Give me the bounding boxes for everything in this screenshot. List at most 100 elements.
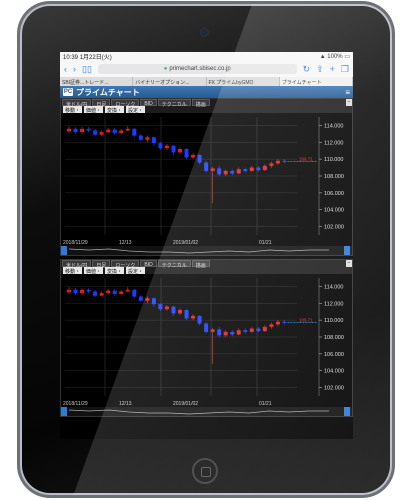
bookmarks-icon[interactable]: ▯▯	[82, 64, 92, 75]
price-label: 109.71	[299, 157, 313, 162]
browser-tab[interactable]: SBI証券...トレード...	[60, 77, 134, 86]
candle-body	[204, 323, 209, 332]
candle-body	[249, 328, 254, 332]
option-value[interactable]: 価値・	[84, 267, 104, 275]
tab-chart-type[interactable]: ローソク	[111, 260, 140, 269]
y-tick-label: 104.000	[324, 208, 344, 214]
site-logo: PC	[63, 88, 73, 96]
y-tick-label: 112.000	[324, 140, 343, 146]
candle-body	[223, 331, 228, 336]
address-bar[interactable]: ● primechart.sbisec.co.jp	[97, 64, 297, 74]
hamburger-icon[interactable]: ≡	[345, 88, 350, 97]
camera-icon	[201, 29, 208, 36]
forward-icon[interactable]: ›	[73, 64, 76, 74]
candlestick-chart[interactable]: 102.000 104.000 106.000 108.000 110.000 112.0…	[61, 113, 352, 239]
chart-toolbar: 米ドル/円 日足 ローソク BID テクニカル 描画 −	[61, 99, 352, 108]
candle-body	[171, 306, 176, 314]
candle-body	[204, 162, 209, 171]
tab-technical[interactable]: テクニカル	[157, 260, 191, 269]
navigator-left-handle[interactable]	[61, 407, 67, 416]
candle-body	[249, 167, 254, 171]
candle-body	[119, 291, 124, 295]
tab-technical[interactable]: テクニカル	[157, 99, 191, 108]
tab-timeframe[interactable]: 日足	[92, 99, 111, 108]
browser-tabs: SBI証券...トレード... バイナリーオプション... FX プライムbyG…	[60, 77, 353, 86]
option-convert[interactable]: 変換・	[105, 267, 125, 275]
candle-body	[158, 304, 163, 310]
candle-body	[106, 290, 111, 294]
candle-body	[184, 310, 189, 319]
ipad-screen: 10:39 1月22日(火) ▲ 100% ▭ ‹ › ▯▯ ● primecha…	[60, 52, 353, 439]
y-tick-label: 106.000	[324, 191, 344, 197]
tab-symbol[interactable]: 米ドル/円	[62, 99, 92, 108]
price-label: 109.71	[299, 318, 313, 323]
tab-drawing[interactable]: 描画	[191, 99, 210, 108]
option-value[interactable]: 価値・	[84, 106, 104, 114]
candle-body	[282, 160, 287, 162]
candle-body	[145, 298, 150, 301]
candle-body	[217, 168, 222, 175]
close-icon[interactable]: −	[346, 99, 352, 106]
tab-timeframe[interactable]: 日足	[92, 260, 111, 269]
chart-svg[interactable]: 102.000 104.000 106.000 108.000 110.000 112.0…	[61, 113, 352, 239]
back-icon[interactable]: ‹	[64, 64, 67, 74]
chart-toolbar: 米ドル/円 日足 ローソク BID テクニカル 描画 −	[61, 260, 352, 269]
candle-body	[275, 160, 280, 164]
candle-body	[236, 330, 241, 335]
candle-body	[99, 132, 104, 135]
candle-body	[197, 154, 202, 163]
chart-navigator[interactable]	[61, 246, 352, 255]
tab-symbol[interactable]: 米ドル/円	[62, 260, 92, 269]
candlestick-chart[interactable]: 102.000 104.000 106.000 108.000 110.000 112.0…	[61, 274, 352, 400]
option-convert[interactable]: 変換・	[105, 106, 125, 114]
candle-body	[93, 291, 98, 296]
navigator-left-handle[interactable]	[61, 246, 67, 255]
new-tab-icon[interactable]: +	[330, 64, 335, 74]
candle-body	[164, 145, 169, 149]
option-move[interactable]: 移動・	[63, 106, 83, 114]
chart-navigator[interactable]	[61, 407, 352, 416]
candle-body	[119, 130, 124, 134]
status-time: 10:39	[63, 55, 79, 61]
candle-body	[269, 163, 274, 166]
option-move[interactable]: 移動・	[63, 267, 83, 275]
candle-body	[210, 168, 215, 171]
share-icon[interactable]: ⇪	[316, 64, 324, 75]
option-settings[interactable]: 設定・	[126, 267, 146, 275]
y-tick-label: 110.000	[324, 157, 343, 163]
candle-body	[191, 315, 196, 319]
candle-body	[262, 326, 267, 332]
y-tick-label: 108.000	[324, 335, 344, 341]
x-axis-labels: 2018/11/29 12/13 2019/01/02 01/21	[61, 400, 352, 407]
candle-body	[282, 321, 287, 323]
browser-tab[interactable]: バイナリーオプション...	[133, 77, 207, 86]
candle-body	[73, 289, 78, 294]
close-icon[interactable]: −	[346, 260, 352, 267]
candle-body	[158, 143, 163, 149]
chart-svg[interactable]: 102.000 104.000 106.000 108.000 110.000 112.0…	[61, 274, 352, 400]
site-title: プライムチャート	[76, 87, 140, 97]
candle-body	[151, 298, 156, 305]
navigator-right-handle[interactable]	[344, 407, 350, 416]
candle-body	[80, 289, 85, 294]
candle-body	[256, 167, 261, 171]
candle-body	[67, 289, 71, 293]
navigator-right-handle[interactable]	[344, 246, 350, 255]
candle-body	[178, 310, 182, 314]
tab-drawing[interactable]: 描画	[191, 260, 210, 269]
browser-toolbar: ‹ › ▯▯ ● primechart.sbisec.co.jp ↻ ⇪ + ❐	[60, 61, 353, 77]
tab-bid[interactable]: BID	[140, 260, 157, 268]
option-settings[interactable]: 設定・	[126, 106, 146, 114]
tabs-icon[interactable]: ❐	[341, 64, 349, 75]
browser-tab-active[interactable]: プライムチャート	[279, 77, 353, 86]
candle-body	[106, 129, 111, 133]
tab-chart-type[interactable]: ローソク	[111, 99, 140, 108]
home-button[interactable]	[192, 458, 218, 484]
reload-icon[interactable]: ↻	[303, 64, 311, 75]
browser-tab[interactable]: FX プライムbyGMO	[207, 77, 280, 86]
candle-body	[262, 165, 267, 171]
candle-body	[230, 170, 235, 174]
y-tick-label: 108.000	[324, 174, 344, 180]
candle-body	[164, 306, 169, 310]
tab-bid[interactable]: BID	[140, 99, 157, 107]
